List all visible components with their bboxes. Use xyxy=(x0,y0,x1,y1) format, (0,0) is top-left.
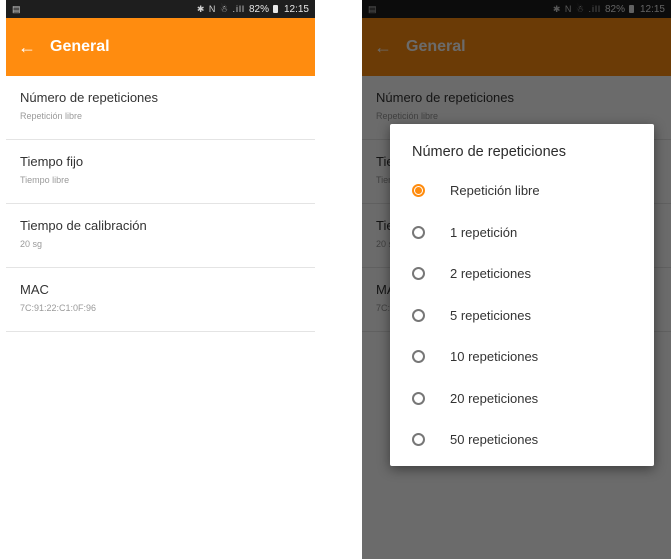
radio-unchecked-icon[interactable] xyxy=(412,350,425,364)
option-label: 50 repeticiones xyxy=(450,432,539,448)
option-5-repetitions[interactable]: 5 repeticiones xyxy=(390,295,654,337)
setting-title: MAC xyxy=(20,282,49,297)
option-label: 20 repeticiones xyxy=(450,390,539,406)
app-bar: ← General xyxy=(6,18,315,76)
status-time: 12:15 xyxy=(283,3,309,15)
setting-calibration-time[interactable]: Tiempo de calibración 20 sg xyxy=(6,204,315,268)
battery-icon xyxy=(272,5,278,13)
option-20-repetitions[interactable]: 20 repeticiones xyxy=(390,378,654,420)
settings-list: Número de repeticiones Repetición libre … xyxy=(6,76,315,332)
option-label: 10 repeticiones xyxy=(450,349,539,365)
dialog-title: Número de repeticiones xyxy=(412,144,566,160)
back-arrow-icon[interactable]: ← xyxy=(18,38,42,56)
status-icons: ✱ N ☃ .ill xyxy=(196,3,245,14)
option-label: 5 repeticiones xyxy=(450,307,531,323)
setting-title: Tiempo de calibración xyxy=(20,218,147,233)
screenshot-notification-icon: ▤ xyxy=(12,3,21,14)
repetitions-dialog: Número de repeticiones Repetición libre … xyxy=(390,124,654,466)
battery-percent: 82% xyxy=(248,3,269,15)
settings-screen: ▤ ✱ N ☃ .ill 82% 12:15 ← General Número … xyxy=(6,0,315,559)
setting-mac[interactable]: MAC 7C:91:22:C1:0F:96 xyxy=(6,268,315,332)
status-bar: ▤ ✱ N ☃ .ill 82% 12:15 xyxy=(6,0,315,18)
option-2-repetitions[interactable]: 2 repeticiones xyxy=(390,253,654,295)
radio-checked-icon[interactable] xyxy=(412,184,425,198)
option-label: Repetición libre xyxy=(450,183,540,199)
setting-title: Número de repeticiones xyxy=(20,90,159,105)
radio-unchecked-icon[interactable] xyxy=(412,308,425,322)
setting-fixed-time[interactable]: Tiempo fijo Tiempo libre xyxy=(6,140,315,204)
setting-value: 7C:91:22:C1:0F:96 xyxy=(20,303,97,313)
setting-title: Tiempo fijo xyxy=(20,154,84,169)
option-repetition-free[interactable]: Repetición libre xyxy=(390,170,654,212)
setting-repetitions[interactable]: Número de repeticiones Repetición libre xyxy=(6,76,315,140)
option-label: 1 repetición xyxy=(450,224,518,240)
setting-value: Tiempo libre xyxy=(20,175,70,185)
option-10-repetitions[interactable]: 10 repeticiones xyxy=(390,336,654,378)
radio-unchecked-icon[interactable] xyxy=(412,433,425,447)
radio-unchecked-icon[interactable] xyxy=(412,267,425,281)
page-title: General xyxy=(50,38,110,55)
radio-unchecked-icon[interactable] xyxy=(412,225,425,239)
option-1-repetition[interactable]: 1 repetición xyxy=(390,212,654,254)
options-list: Repetición libre 1 repetición 2 repetici… xyxy=(390,170,654,461)
setting-value: 20 sg xyxy=(20,239,43,249)
settings-screen-with-dialog: ▤ ✱ N ☃ .ill 82% 12:15 ← General Número … xyxy=(362,0,671,559)
option-50-repetitions[interactable]: 50 repeticiones xyxy=(390,419,654,461)
setting-value: Repetición libre xyxy=(20,111,83,121)
radio-unchecked-icon[interactable] xyxy=(412,391,425,405)
option-label: 2 repeticiones xyxy=(450,266,531,282)
